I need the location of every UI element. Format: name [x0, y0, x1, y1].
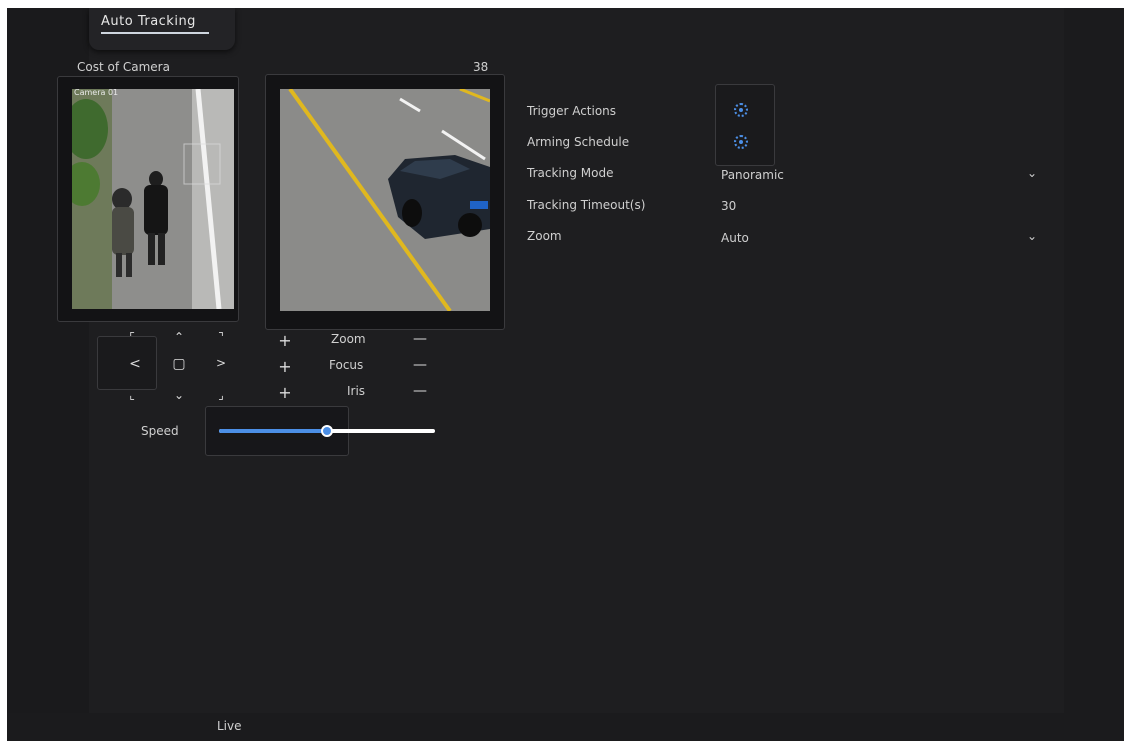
zoom-select[interactable]: Auto — [721, 231, 749, 245]
left-camera-image — [72, 89, 234, 309]
right-camera-panel — [265, 74, 505, 330]
iris-label: Iris — [347, 384, 366, 398]
arming-schedule-label: Arming Schedule — [527, 135, 630, 149]
zoom-chevron-icon[interactable]: ⌄ — [1027, 229, 1037, 243]
zoom-in-icon[interactable]: + — [277, 331, 293, 350]
tracking-mode-chevron-icon[interactable]: ⌄ — [1027, 166, 1037, 180]
left-camera-overlay: Camera 01 — [74, 89, 119, 97]
right-camera-view[interactable] — [280, 89, 490, 311]
trigger-actions-gear-icon[interactable] — [734, 103, 748, 117]
tracking-mode-select[interactable]: Panoramic — [721, 168, 784, 182]
camera-left-title: Cost of Camera — [77, 60, 170, 74]
ptz-left-icon[interactable]: < — [127, 356, 143, 372]
settings-buttons-box — [715, 84, 775, 166]
focus-out-icon[interactable]: — — [409, 357, 431, 373]
right-gutter — [1064, 8, 1124, 741]
trigger-actions-label: Trigger Actions — [527, 104, 617, 118]
focus-in-icon[interactable]: + — [277, 357, 293, 376]
ptz-up-left-icon[interactable]: ⌜ — [124, 330, 140, 344]
ptz-right-icon[interactable]: > — [213, 356, 229, 370]
focus-label: Focus — [329, 358, 364, 372]
camera-right-title: 38 — [473, 60, 489, 74]
bottom-bar: Live — [7, 713, 1124, 741]
tracking-timeout-input[interactable]: 30 — [721, 199, 736, 213]
app-window: Auto Tracking Cost of Camera 38 Camera 0… — [7, 8, 1124, 741]
tracking-mode-label: Tracking Mode — [527, 166, 614, 180]
footer-live-label[interactable]: Live — [217, 719, 242, 733]
ptz-up-icon[interactable]: ⌃ — [171, 330, 187, 344]
tab-underline — [101, 32, 209, 34]
speed-slider-handle[interactable] — [321, 425, 333, 437]
ptz-down-icon[interactable]: ⌄ — [171, 388, 187, 402]
speed-label: Speed — [141, 424, 179, 438]
tab-auto-tracking[interactable]: Auto Tracking — [89, 8, 235, 50]
ptz-down-right-icon[interactable]: ⌟ — [213, 388, 229, 402]
iris-out-icon[interactable]: — — [409, 383, 431, 399]
zoom-label-ptz: Zoom — [331, 332, 366, 346]
zoom-out-icon[interactable]: — — [409, 331, 431, 347]
ptz-up-right-icon[interactable]: ⌝ — [213, 330, 229, 344]
ptz-center-icon[interactable]: ▢ — [171, 356, 187, 372]
iris-in-icon[interactable]: + — [277, 383, 293, 402]
ptz-down-left-icon[interactable]: ⌞ — [124, 388, 140, 402]
left-camera-panel: Camera 01 — [57, 76, 239, 322]
right-camera-image — [280, 89, 490, 311]
left-camera-view[interactable]: Camera 01 — [72, 89, 234, 309]
speed-slider-fill — [219, 429, 327, 433]
zoom-label: Zoom — [527, 229, 562, 243]
speed-slider-track[interactable] — [219, 425, 435, 437]
tracking-timeout-label: Tracking Timeout(s) — [527, 198, 646, 212]
arming-schedule-gear-icon[interactable] — [734, 135, 748, 149]
tab-label: Auto Tracking — [101, 14, 196, 29]
